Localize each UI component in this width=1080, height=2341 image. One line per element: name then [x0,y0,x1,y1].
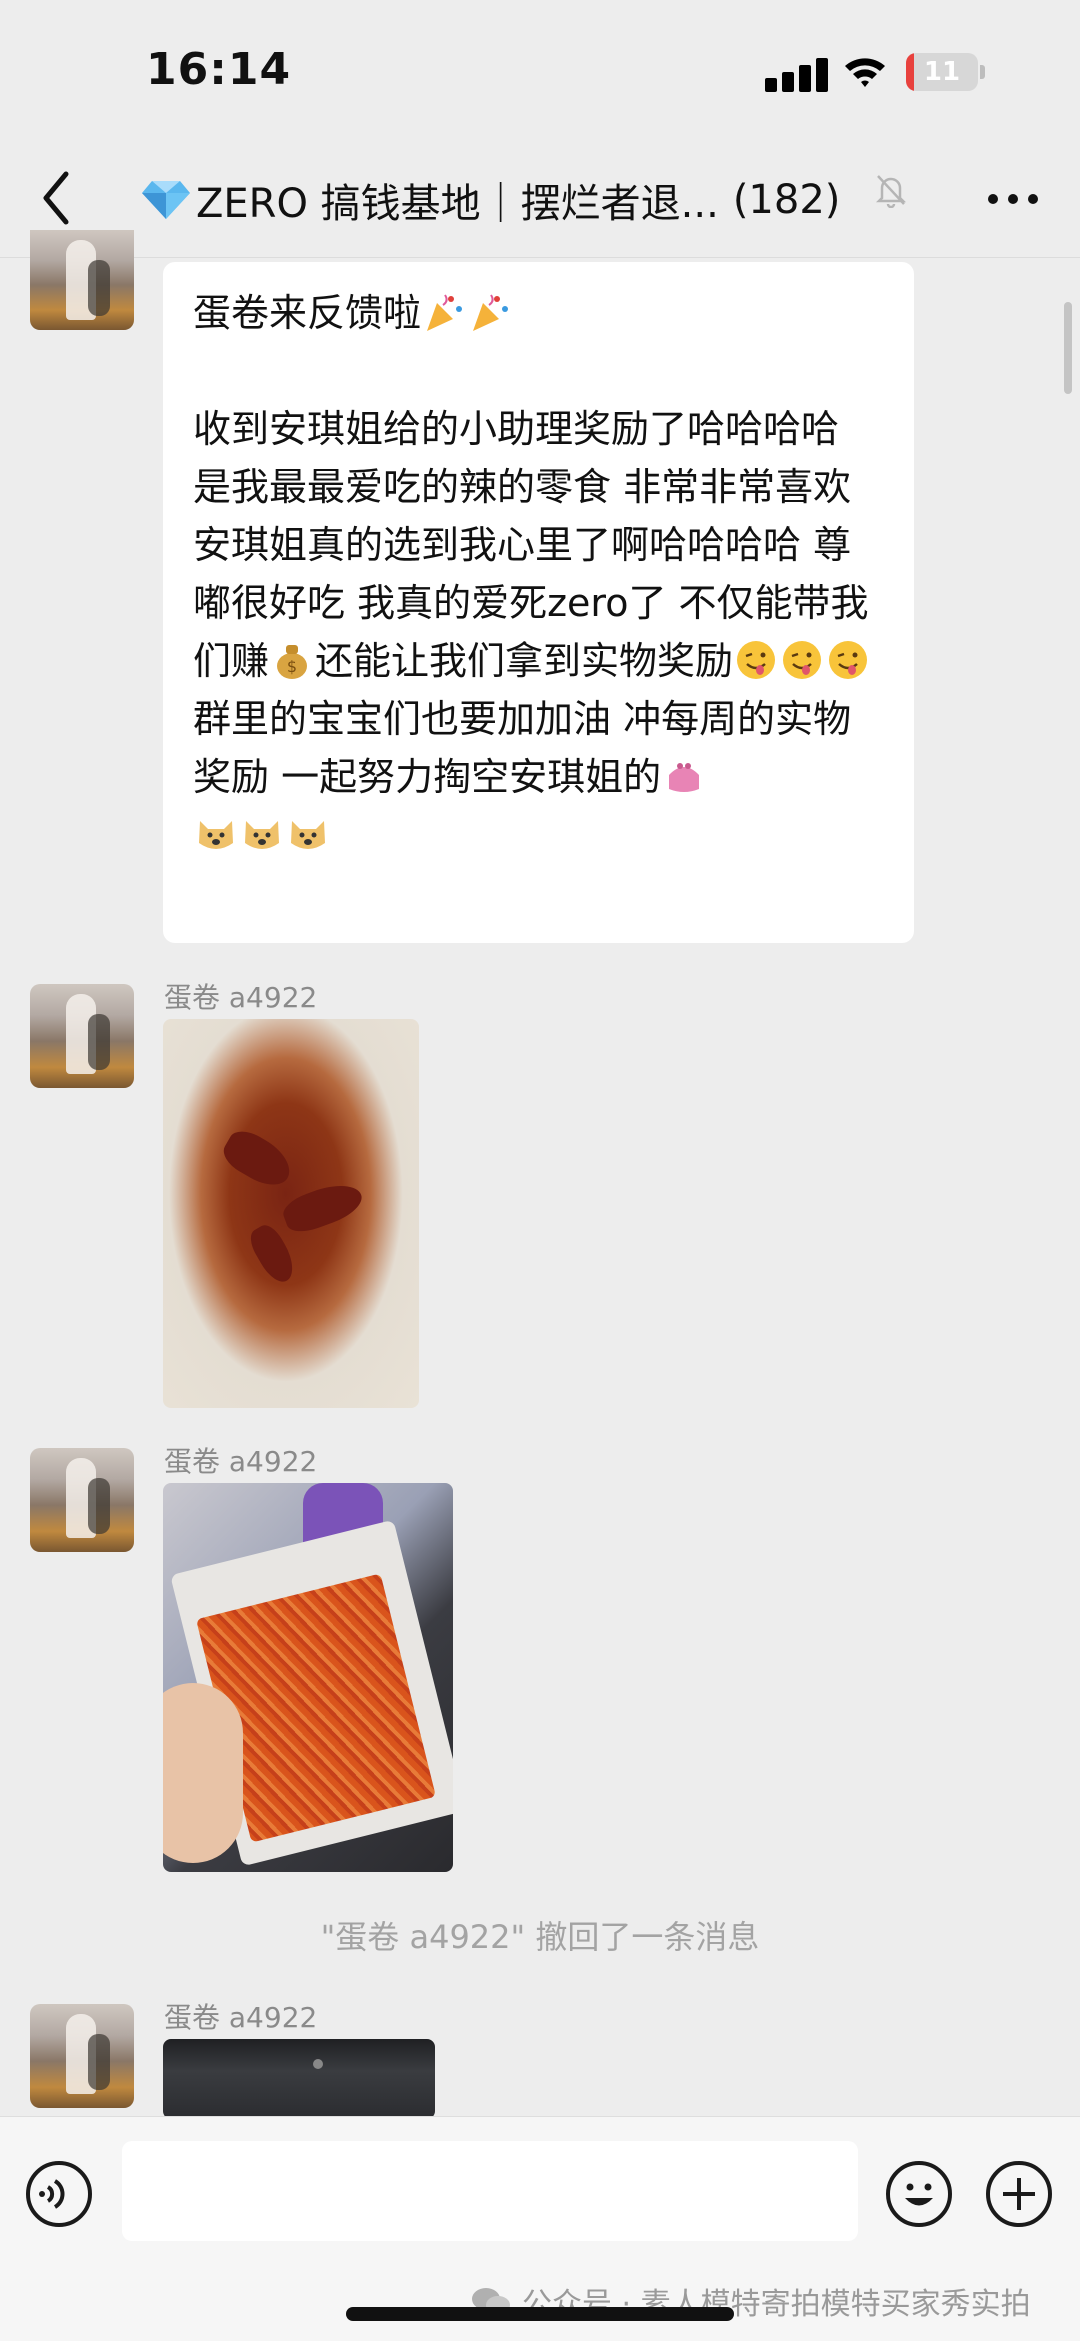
message-line: 蛋卷来反馈啦 [193,291,422,335]
voice-button[interactable] [26,2161,92,2227]
avatar[interactable] [30,1448,134,1552]
winking-tongue-face-icon [783,641,822,679]
purse-icon [669,763,700,792]
chat-title-group[interactable]: ZERO 搞钱基地｜摆烂者退... (182) [140,170,840,230]
wifi-icon [845,58,885,87]
battery-percent: 11 [923,57,961,87]
voice-icon [39,2179,65,2209]
avatar[interactable] [30,230,134,330]
home-indicator [346,2307,734,2321]
scroll-indicator [1064,302,1072,394]
svg-text:$: $ [287,657,297,676]
image-message-dark-screen[interactable] [163,2039,435,2119]
muted-bell-icon [875,175,907,208]
plus-button[interactable] [986,2161,1052,2227]
winking-tongue-face-icon [829,641,868,679]
doge-face-icon [291,821,325,849]
image-message-spicy-snack-bowl[interactable] [163,1019,419,1408]
chat-header: ZERO 搞钱基地｜摆烂者退... (182) [0,140,1080,258]
diamond-icon [142,181,190,219]
more-dots-icon[interactable] [984,184,1044,214]
doge-face-icon [245,821,279,849]
winking-tongue-face-icon [737,641,776,679]
back-chevron-icon[interactable] [36,166,76,230]
message-line: 还能让我们拿到实物奖励 [315,639,734,683]
emoji-button[interactable] [886,2161,952,2227]
sender-name: 蛋卷 a4922 [164,2001,318,2034]
party-popper-icon [473,294,509,331]
input-bar: 公众号 · 素人模特寄拍模特买家秀实拍 [0,2116,1080,2341]
status-bar: 16:14 11 [0,0,1080,140]
avatar[interactable] [30,984,134,1088]
message-input[interactable] [122,2141,858,2241]
recall-notice: "蛋卷 a4922" 撤回了一条消息 [320,1918,760,1956]
cellular-signal-icon [765,56,829,92]
sender-name: 蛋卷 a4922 [164,1445,318,1478]
avatar[interactable] [30,2004,134,2108]
message-line: 群里的宝宝们也要加加油 冲每周的实物奖励 一起努力掏空安琪姐的 [193,697,852,799]
emoji-icon [905,2183,933,2206]
message-text: 蛋卷来反馈啦 收到安琪姐给的小助理奖励了哈哈哈哈 是我最最爱吃的辣的零食 非常非… [193,284,884,864]
text-message-bubble[interactable]: 蛋卷来反馈啦 收到安琪姐给的小助理奖励了哈哈哈哈 是我最最爱吃的辣的零食 非常非… [163,262,914,943]
chat-title: ZERO 搞钱基地｜摆烂者退... [196,181,719,227]
status-time: 16:14 [146,44,292,95]
sender-name: 蛋卷 a4922 [164,981,318,1014]
money-bag-icon: $ [277,645,308,679]
party-popper-icon [427,294,463,331]
member-count: (182) [732,177,841,223]
battery-icon: 11 [906,53,986,91]
plus-icon [1003,2178,1035,2210]
doge-face-icon [199,821,233,849]
image-message-spicy-snack-package[interactable] [163,1483,453,1872]
